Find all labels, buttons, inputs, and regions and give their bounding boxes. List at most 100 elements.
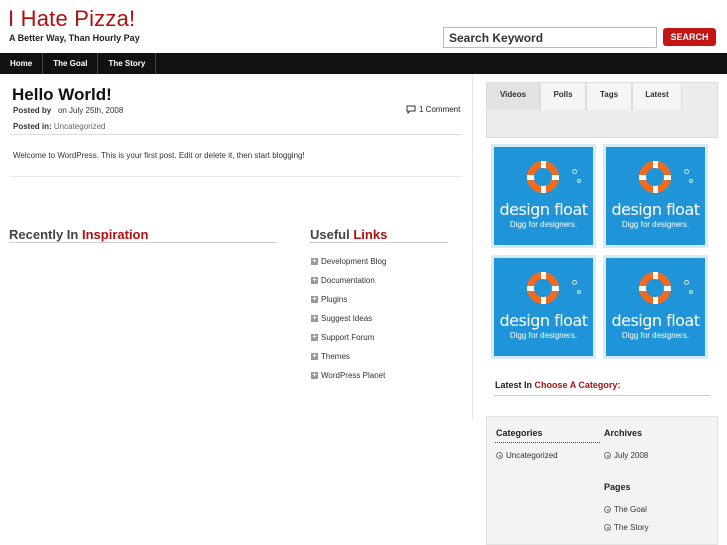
page-item-the-goal[interactable]: The Goal bbox=[604, 505, 647, 514]
ad-banner[interactable]: design float Digg for designers. bbox=[491, 255, 596, 359]
plus-icon: + bbox=[311, 353, 318, 360]
plus-icon: + bbox=[311, 296, 318, 303]
link-label: Support Forum bbox=[321, 333, 375, 342]
useful-links-prefix: Useful bbox=[310, 227, 350, 242]
category-label: Uncategorized bbox=[506, 451, 558, 460]
link-label: WordPress Planet bbox=[321, 371, 386, 380]
bubble-icon bbox=[577, 290, 581, 294]
bubble-icon bbox=[684, 280, 689, 285]
bubble-icon bbox=[572, 280, 577, 285]
plus-icon: + bbox=[311, 315, 318, 322]
ad-title: design float bbox=[499, 200, 588, 219]
ad-banner[interactable]: design float Digg for designers. bbox=[603, 255, 708, 359]
recently-in-prefix: Recently In bbox=[9, 227, 79, 242]
search-button[interactable]: SEARCH bbox=[663, 28, 716, 46]
link-label: Development Blog bbox=[321, 257, 387, 266]
nav-item-the-goal[interactable]: The Goal bbox=[43, 53, 99, 74]
ad-banner[interactable]: design float Digg for designers. bbox=[603, 144, 708, 248]
comments-count: 1 Comment bbox=[419, 105, 461, 114]
latest-in-heading: Latest In Choose A Category: bbox=[495, 380, 620, 390]
bubble-icon bbox=[689, 290, 693, 294]
useful-link-wordpress-planet[interactable]: + WordPress Planet bbox=[311, 366, 386, 385]
lifebuoy-center bbox=[646, 168, 664, 186]
ad-banner[interactable]: design float Digg for designers. bbox=[491, 144, 596, 248]
lifebuoy-center bbox=[646, 279, 664, 297]
header: I Hate Pizza! A Better Way, Than Hourly … bbox=[0, 0, 727, 54]
useful-link-plugins[interactable]: + Plugins bbox=[311, 290, 386, 309]
useful-link-themes[interactable]: + Themes bbox=[311, 347, 386, 366]
divider bbox=[310, 242, 448, 243]
nav-item-home[interactable]: Home bbox=[0, 53, 44, 74]
divider bbox=[9, 242, 277, 243]
page-label: The Story bbox=[614, 523, 649, 532]
ad-title: design float bbox=[611, 311, 700, 330]
link-label: Documentation bbox=[321, 276, 375, 285]
tab-tags[interactable]: Tags bbox=[586, 82, 632, 110]
post-title[interactable]: Hello World! bbox=[12, 85, 112, 105]
posted-in: Posted in: Uncategorized bbox=[13, 122, 106, 131]
bubble-icon bbox=[577, 179, 581, 183]
plus-icon: + bbox=[311, 277, 318, 284]
comments-link[interactable]: 1 Comment bbox=[406, 105, 460, 114]
archive-item-july-2008[interactable]: July 2008 bbox=[604, 451, 648, 460]
useful-links-list: + Development Blog + Documentation + Plugin… bbox=[311, 252, 386, 385]
ad-subtitle: Digg for designers. bbox=[621, 220, 690, 229]
tab-videos[interactable]: Videos bbox=[486, 82, 540, 110]
divider bbox=[10, 134, 462, 135]
choose-category-select[interactable]: Choose A Category: bbox=[535, 380, 621, 390]
post-date: on July 25th, 2008 bbox=[57, 106, 124, 115]
plus-icon: + bbox=[311, 334, 318, 341]
circle-bullet-icon bbox=[604, 452, 611, 459]
useful-link-suggest-ideas[interactable]: + Suggest Ideas bbox=[311, 309, 386, 328]
circle-bullet-icon bbox=[496, 452, 503, 459]
divider bbox=[10, 176, 462, 177]
search-input[interactable] bbox=[443, 27, 657, 48]
tab-polls[interactable]: Polls bbox=[540, 82, 586, 110]
latest-in-prefix: Latest In bbox=[495, 380, 533, 390]
circle-bullet-icon bbox=[604, 506, 611, 513]
recently-in-heading: Recently In Inspiration bbox=[9, 227, 148, 242]
lifebuoy-center bbox=[534, 168, 552, 186]
site-tagline: A Better Way, Than Hourly Pay bbox=[9, 33, 140, 43]
link-label: Themes bbox=[321, 352, 350, 361]
useful-links-heading: Useful Links bbox=[310, 227, 387, 242]
site-title[interactable]: I Hate Pizza! bbox=[8, 6, 135, 32]
useful-link-support-forum[interactable]: + Support Forum bbox=[311, 328, 386, 347]
divider bbox=[495, 442, 600, 443]
page-label: The Goal bbox=[614, 505, 647, 514]
useful-links-accent: Links bbox=[353, 227, 388, 242]
plus-icon: + bbox=[311, 258, 318, 265]
posted-by-label: Posted by bbox=[13, 106, 52, 115]
bubble-icon bbox=[689, 179, 693, 183]
useful-link-documentation[interactable]: + Documentation bbox=[311, 271, 386, 290]
link-label: Suggest Ideas bbox=[321, 314, 373, 323]
tab-latest[interactable]: Latest bbox=[632, 82, 682, 110]
post-meta: Posted by on July 25th, 2008 bbox=[13, 106, 123, 115]
divider bbox=[494, 395, 710, 396]
categories-heading: Categories bbox=[496, 428, 543, 438]
ad-title: design float bbox=[611, 200, 700, 219]
archive-label: July 2008 bbox=[614, 451, 649, 460]
circle-bullet-icon bbox=[604, 524, 611, 531]
archives-heading: Archives bbox=[604, 428, 643, 438]
column-separator bbox=[472, 74, 473, 420]
bubble-icon bbox=[684, 169, 689, 174]
posted-in-label: Posted in: bbox=[13, 122, 52, 131]
ad-subtitle: Digg for designers. bbox=[509, 220, 578, 229]
link-label: Plugins bbox=[321, 295, 348, 304]
nav-item-the-story[interactable]: The Story bbox=[98, 53, 157, 74]
plus-icon: + bbox=[311, 372, 318, 379]
lifebuoy-center bbox=[534, 279, 552, 297]
ad-subtitle: Digg for designers. bbox=[621, 331, 690, 340]
post-category-link[interactable]: Uncategorized bbox=[54, 122, 106, 131]
comment-icon bbox=[406, 105, 416, 114]
category-item-uncategorized[interactable]: Uncategorized bbox=[496, 451, 558, 460]
recently-in-accent: Inspiration bbox=[81, 227, 149, 242]
main-nav: Home The Goal The Story bbox=[0, 53, 727, 74]
pages-heading: Pages bbox=[604, 482, 631, 492]
sidebar-tabs: Videos Polls Tags Latest bbox=[486, 82, 682, 110]
page-item-the-story[interactable]: The Story bbox=[604, 523, 649, 532]
ad-title: design float bbox=[499, 311, 588, 330]
useful-link-development-blog[interactable]: + Development Blog bbox=[311, 252, 386, 271]
bubble-icon bbox=[572, 169, 577, 174]
